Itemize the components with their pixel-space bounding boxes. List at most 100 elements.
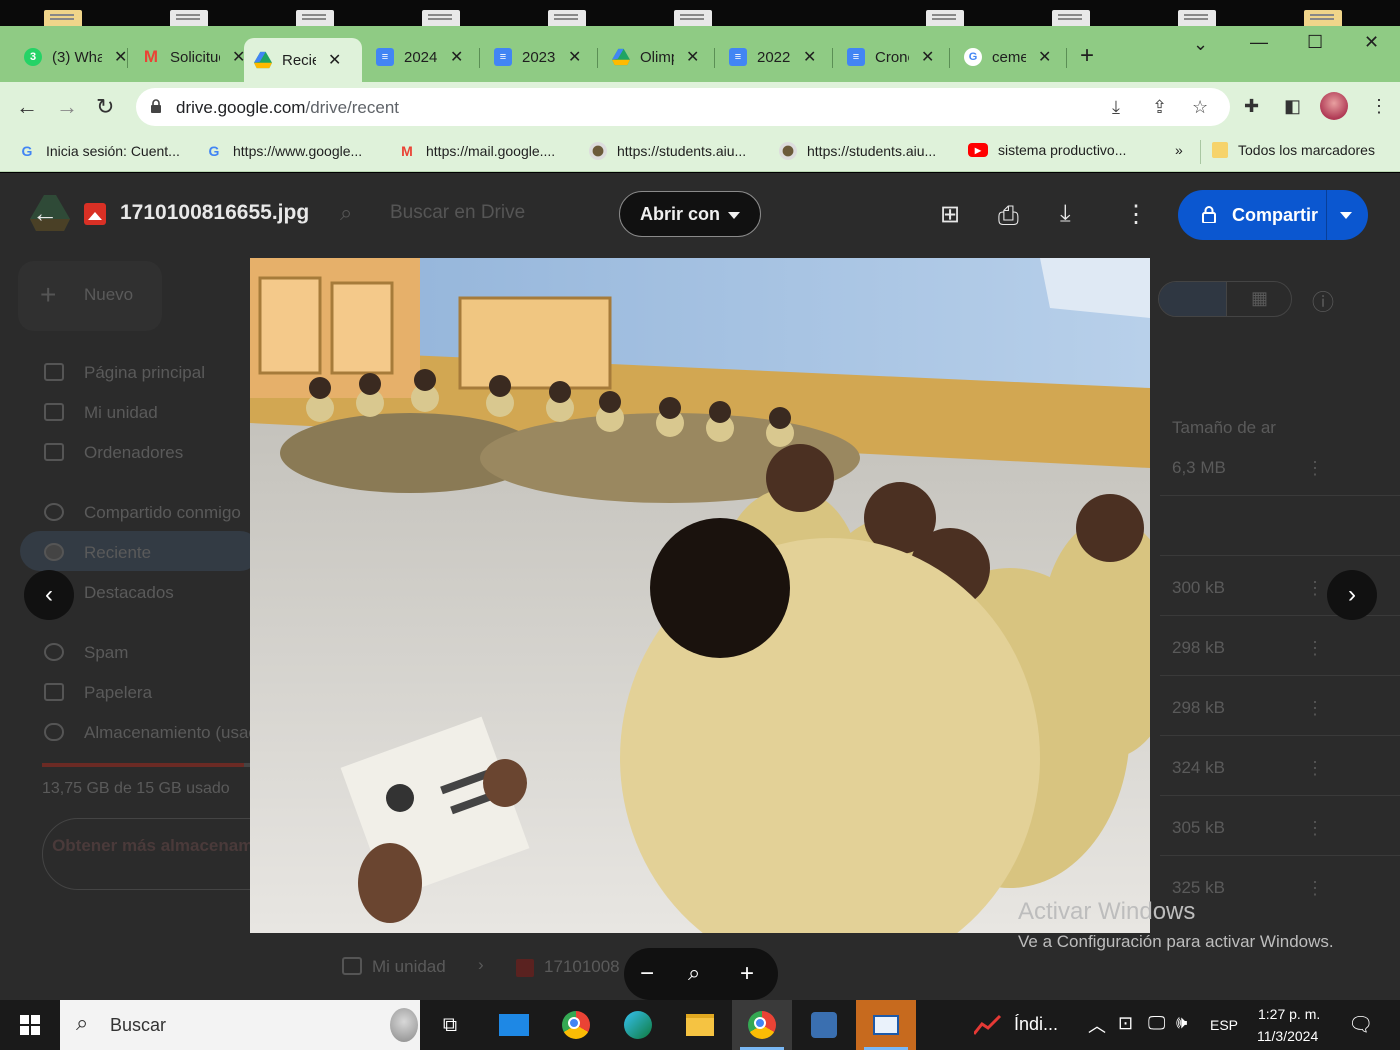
row-more-icon[interactable]: ⋮ xyxy=(1306,818,1324,839)
extensions-icon[interactable]: ✚ xyxy=(1244,96,1259,117)
nav-item-trash[interactable]: Papelera xyxy=(84,683,152,703)
desktop-file-icon[interactable] xyxy=(548,10,586,26)
tab-doc-2023[interactable]: ≡ 2023 ✕ xyxy=(484,38,591,76)
tab-doc-2024[interactable]: ≡ 2024 ✕ xyxy=(366,38,473,76)
close-icon[interactable]: ✕ xyxy=(450,47,463,67)
side-panel-icon[interactable]: ◧ xyxy=(1284,96,1301,117)
lock-icon[interactable] xyxy=(150,99,162,113)
zoom-in-button[interactable]: + xyxy=(740,960,754,988)
menu-kebab-icon[interactable]: ⋮ xyxy=(1370,96,1388,117)
desktop-file-icon[interactable] xyxy=(422,10,460,26)
close-icon[interactable]: ✕ xyxy=(921,47,934,67)
close-icon[interactable]: ✕ xyxy=(803,47,816,67)
clock-time[interactable]: 1:27 p. m. xyxy=(1258,1006,1320,1022)
tab-google-search[interactable]: G cemento ✕ xyxy=(954,38,1061,76)
close-icon[interactable]: ✕ xyxy=(114,47,127,67)
nav-item-home[interactable]: Página principal xyxy=(84,363,205,383)
index-app-label[interactable]: Índi... xyxy=(1014,1014,1058,1035)
close-icon[interactable]: ✕ xyxy=(328,50,341,70)
tab-doc-cronograma[interactable]: ≡ Cronograma ✕ xyxy=(837,38,944,76)
zoom-out-button[interactable]: − xyxy=(640,960,654,988)
row-more-icon[interactable]: ⋮ xyxy=(1306,698,1324,719)
meet-now-icon[interactable]: ⊡ xyxy=(1118,1013,1133,1034)
desktop-file-icon[interactable] xyxy=(926,10,964,26)
bookmark-star-icon[interactable]: ☆ xyxy=(1192,97,1208,118)
close-window-button[interactable]: ✕ xyxy=(1364,32,1379,53)
add-comment-icon[interactable]: ⊞ xyxy=(940,200,960,229)
tab-drive-recent[interactable]: Recientes ✕ xyxy=(244,38,362,82)
edge-icon[interactable] xyxy=(608,1000,668,1050)
desktop-file-icon[interactable] xyxy=(1178,10,1216,26)
next-image-button[interactable]: › xyxy=(1327,570,1377,620)
close-icon[interactable]: ✕ xyxy=(568,47,581,67)
desktop-file-icon[interactable] xyxy=(1304,10,1342,26)
row-more-icon[interactable]: ⋮ xyxy=(1306,638,1324,659)
nav-item-recent[interactable]: Reciente xyxy=(84,543,151,563)
file-explorer-icon[interactable] xyxy=(670,1000,730,1050)
desktop-file-icon[interactable] xyxy=(674,10,712,26)
previous-image-button[interactable]: ‹ xyxy=(24,570,74,620)
size-column-header[interactable]: Tamaño de archivo xyxy=(1172,418,1276,438)
start-button[interactable] xyxy=(0,1000,60,1050)
install-app-icon[interactable]: ⤓ xyxy=(1112,97,1120,118)
new-button[interactable]: + Nuevo xyxy=(18,261,162,331)
share-button[interactable]: Compartir xyxy=(1178,190,1368,240)
breadcrumb-file[interactable]: 1710100816655.jpg xyxy=(544,957,620,977)
view-toggle[interactable]: ▦ xyxy=(1158,281,1292,317)
row-more-icon[interactable]: ⋮ xyxy=(1306,758,1324,779)
language-indicator[interactable]: ESP xyxy=(1210,1017,1238,1033)
print-icon[interactable]: ⎙ xyxy=(998,200,1019,232)
tab-gmail[interactable]: M Solicitud ✕ xyxy=(132,38,255,76)
task-view-icon[interactable]: ⧉ xyxy=(420,1000,480,1050)
nav-item-shared[interactable]: Compartido conmigo xyxy=(84,503,241,523)
all-bookmarks-button[interactable]: Todos los marcadores xyxy=(1212,142,1375,158)
desktop-file-icon[interactable] xyxy=(44,10,82,26)
app-icon[interactable] xyxy=(794,1000,854,1050)
share-page-icon[interactable]: ⇪ xyxy=(1152,97,1167,118)
viewer-back-button[interactable]: ← xyxy=(32,198,58,229)
tab-search-chevron-icon[interactable]: ⌄ xyxy=(1193,34,1208,55)
close-icon[interactable]: ✕ xyxy=(686,47,699,67)
maximize-button[interactable]: ☐ xyxy=(1307,32,1323,53)
contacts-card-icon[interactable] xyxy=(856,1000,916,1050)
grid-view-icon[interactable]: ▦ xyxy=(1251,288,1268,309)
nav-item-my-drive[interactable]: Mi unidad xyxy=(84,403,158,423)
address-bar[interactable]: drive.google.com/drive/recent ⤓ ⇪ ☆ xyxy=(136,88,1230,126)
bookmarks-overflow-button[interactable]: » xyxy=(1175,142,1183,158)
bookmark-item[interactable]: https://students.aiu... xyxy=(779,142,936,160)
bookmark-item[interactable]: G https://www.google... xyxy=(205,142,363,160)
row-more-icon[interactable]: ⋮ xyxy=(1306,578,1324,599)
tab-whatsapp[interactable]: 3 (3) WhatsApp ✕ xyxy=(14,38,137,76)
bookmark-item[interactable]: ▶ sistema productivo... xyxy=(968,142,1126,158)
nav-item-starred[interactable]: Destacados xyxy=(84,583,174,603)
more-actions-icon[interactable]: ⋮ xyxy=(1124,200,1148,229)
bookmark-item[interactable]: https://students.aiu... xyxy=(589,142,746,160)
row-more-icon[interactable]: ⋮ xyxy=(1306,458,1324,479)
row-more-icon[interactable]: ⋮ xyxy=(1306,878,1324,899)
nav-item-spam[interactable]: Spam xyxy=(84,643,128,663)
back-button[interactable]: ← xyxy=(16,94,38,120)
mail-icon[interactable] xyxy=(484,1000,544,1050)
desktop-file-icon[interactable] xyxy=(1052,10,1090,26)
search-input[interactable]: Buscar en Drive xyxy=(390,202,525,224)
bookmark-item[interactable]: G Inicia sesión: Cuent... xyxy=(18,142,180,160)
chrome-icon[interactable] xyxy=(546,1000,606,1050)
index-app-icon[interactable] xyxy=(972,1014,1002,1036)
chrome-profile-icon[interactable] xyxy=(732,1000,792,1050)
volume-icon[interactable]: 🕪 xyxy=(1176,1012,1187,1033)
reload-button[interactable]: ↻ xyxy=(96,94,114,120)
minimize-button[interactable]: — xyxy=(1250,32,1268,53)
desktop-file-icon[interactable] xyxy=(170,10,208,26)
open-with-button[interactable]: Abrir con xyxy=(619,191,761,237)
clock-date[interactable]: 11/3/2024 xyxy=(1257,1028,1318,1044)
notifications-icon[interactable]: 🗨 xyxy=(1348,1012,1373,1037)
share-dropdown-icon[interactable] xyxy=(1340,212,1352,219)
new-tab-button[interactable]: + xyxy=(1080,42,1094,70)
close-icon[interactable]: ✕ xyxy=(1038,47,1051,67)
breadcrumb-my-drive[interactable]: Mi unidad xyxy=(372,957,446,977)
bookmark-item[interactable]: M https://mail.google.... xyxy=(398,142,555,160)
taskbar-search[interactable]: ⌕ Buscar xyxy=(60,1000,420,1050)
tray-chevron-icon[interactable]: ︿ xyxy=(1088,1012,1106,1038)
info-icon[interactable]: ⓘ xyxy=(1312,285,1334,317)
nav-item-computers[interactable]: Ordenadores xyxy=(84,443,183,463)
